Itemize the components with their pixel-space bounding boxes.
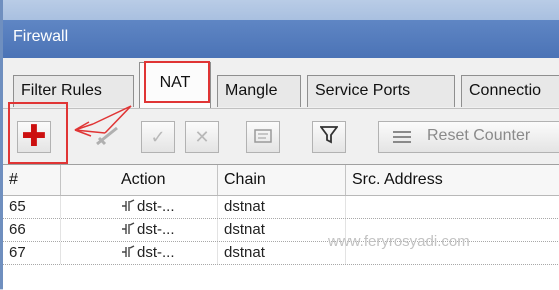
action-icon	[121, 244, 135, 258]
row-chain: dstnat	[218, 219, 346, 241]
row-number: 65	[3, 196, 61, 218]
remove-icon	[95, 124, 121, 151]
row-action: dst-...	[115, 219, 218, 241]
action-icon	[121, 221, 135, 235]
row-action: dst-...	[115, 196, 218, 218]
column-header-chain[interactable]: Chain	[218, 165, 346, 195]
firewall-window: Firewall Filter Rules NAT Mangle Service…	[0, 0, 559, 290]
table-row[interactable]: 67 dst-... dstnat	[3, 242, 559, 265]
column-header-action[interactable]: Action	[115, 165, 218, 195]
toolbar: ✚ ✓ ✕ Reset Counter	[3, 108, 559, 165]
nat-tab-highlight	[144, 61, 210, 103]
tab-label: Service Ports	[315, 82, 411, 99]
row-number: 67	[3, 242, 61, 264]
enable-icon: ✓	[150, 126, 166, 147]
action-label: dst-...	[137, 244, 175, 261]
nat-rules-table: # Action Chain Src. Address 65 dst-... d…	[3, 164, 559, 290]
top-strip	[3, 0, 559, 20]
remove-button[interactable]	[91, 121, 125, 153]
action-label: dst-...	[137, 198, 175, 215]
tab-mangle[interactable]: Mangle	[217, 75, 301, 107]
filter-button[interactable]	[312, 121, 346, 153]
row-action: dst-...	[115, 242, 218, 264]
disable-icon: ✕	[194, 126, 210, 147]
watermark: www.feryrosyadi.com	[328, 233, 470, 250]
disable-button[interactable]: ✕	[185, 121, 219, 153]
window-title: Firewall	[13, 28, 69, 45]
row-chain: dstnat	[218, 196, 346, 218]
column-header-src-address[interactable]: Src. Address	[346, 165, 559, 195]
add-button-highlight	[8, 102, 68, 164]
tab-label: Connectio	[469, 82, 542, 99]
reset-counters-label: Reset Counter	[427, 127, 531, 144]
table-header: # Action Chain Src. Address	[3, 165, 559, 196]
action-icon	[121, 198, 135, 212]
column-header-number[interactable]: #	[3, 165, 61, 195]
comment-button[interactable]	[246, 121, 280, 153]
tab-service-ports[interactable]: Service Ports	[307, 75, 455, 107]
reset-counters-button[interactable]: Reset Counter	[378, 121, 559, 153]
row-chain: dstnat	[218, 242, 346, 264]
reset-counter-icon	[393, 129, 411, 145]
title-bar: Firewall	[3, 20, 559, 58]
table-row[interactable]: 65 dst-... dstnat	[3, 196, 559, 219]
row-src-address	[346, 196, 559, 218]
tab-label: Mangle	[225, 82, 278, 99]
tab-connections[interactable]: Connectio	[461, 75, 559, 107]
comment-icon	[254, 127, 272, 148]
tab-bar: Filter Rules NAT Mangle Service Ports Co…	[3, 58, 559, 108]
table-row[interactable]: 66 dst-... dstnat	[3, 219, 559, 242]
filter-icon	[319, 125, 339, 149]
tab-label: Filter Rules	[21, 82, 102, 99]
row-number: 66	[3, 219, 61, 241]
enable-button[interactable]: ✓	[141, 121, 175, 153]
action-label: dst-...	[137, 221, 175, 238]
